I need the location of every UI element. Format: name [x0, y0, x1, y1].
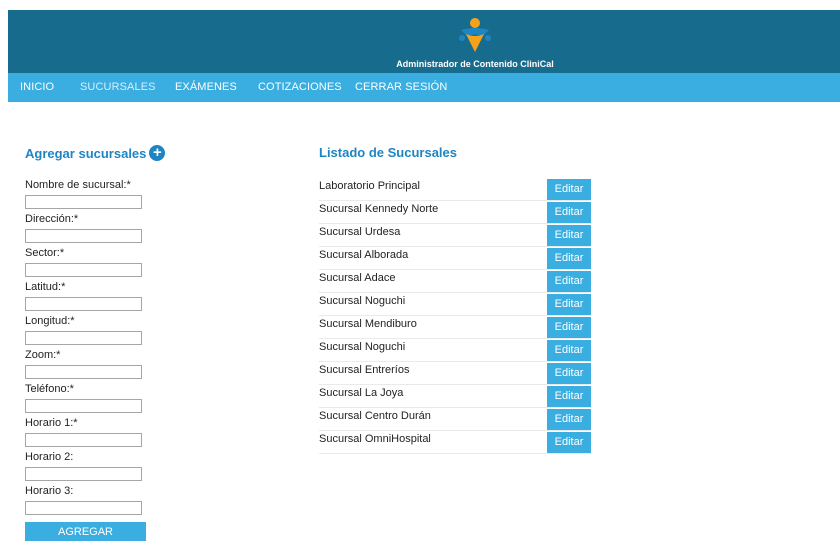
nav-item-cerrar-sesion[interactable]: CERRAR SESIÓN [355, 81, 447, 93]
agregar-button[interactable]: AGREGAR [25, 522, 146, 541]
edit-button[interactable]: Editar [547, 340, 591, 361]
list-item: Sucursal Urdesa Editar [319, 224, 591, 247]
nav-item-inicio[interactable]: INICIO [20, 81, 54, 93]
form-title-text: Agregar sucursales [25, 145, 147, 161]
list-item: Sucursal Centro Durán Editar [319, 408, 591, 431]
field-label-zoom: Zoom:* [25, 349, 61, 361]
list-item: Sucursal Entreríos Editar [319, 362, 591, 385]
list-item: Sucursal Kennedy Norte Editar [319, 201, 591, 224]
edit-button[interactable]: Editar [547, 363, 591, 384]
clinical-logo-icon [459, 18, 491, 52]
app-header: Administrador de Contenido CliniCal [8, 10, 840, 73]
edit-button[interactable]: Editar [547, 202, 591, 223]
longitud-input[interactable] [25, 331, 142, 345]
branch-name: Sucursal La Joya [319, 387, 404, 399]
field-label-direccion: Dirección:* [25, 213, 79, 225]
direccion-input[interactable] [25, 229, 142, 243]
list-item: Sucursal La Joya Editar [319, 385, 591, 408]
edit-button[interactable]: Editar [547, 294, 591, 315]
add-branch-form: Agregar sucursales + Nombre de sucursal:… [25, 145, 225, 541]
form-title: Agregar sucursales + [25, 145, 225, 161]
horario-2-input[interactable] [25, 467, 142, 481]
branch-name: Sucursal Mendiburo [319, 318, 417, 330]
app-title: Administrador de Contenido CliniCal [396, 59, 554, 69]
list-title: Listado de Sucursales [319, 145, 457, 160]
branch-name: Sucursal Noguchi [319, 295, 406, 307]
field-label-longitud: Longitud:* [25, 315, 75, 327]
edit-button[interactable]: Editar [547, 409, 591, 430]
zoom-input[interactable] [25, 365, 142, 379]
list-item: Sucursal Noguchi Editar [319, 339, 591, 362]
latitud-input[interactable] [25, 297, 142, 311]
field-label-horario-3: Horario 3: [25, 485, 74, 497]
branch-name: Sucursal OmniHospital [319, 433, 431, 445]
edit-button[interactable]: Editar [547, 271, 591, 292]
branch-name: Sucursal Alborada [319, 249, 409, 261]
horario-3-input[interactable] [25, 501, 142, 515]
list-item: Sucursal Alborada Editar [319, 247, 591, 270]
branch-name: Sucursal Noguchi [319, 341, 406, 353]
list-item: Sucursal Adace Editar [319, 270, 591, 293]
field-label-nombre: Nombre de sucursal:* [25, 179, 131, 191]
field-label-sector: Sector:* [25, 247, 65, 259]
nav-item-examenes[interactable]: EXÁMENES [175, 81, 237, 93]
nav-item-sucursales[interactable]: SUCURSALES [80, 81, 156, 93]
edit-button[interactable]: Editar [547, 179, 591, 200]
nav-item-cotizaciones[interactable]: COTIZACIONES [258, 81, 342, 93]
branch-name: Sucursal Centro Durán [319, 410, 431, 422]
edit-button[interactable]: Editar [547, 225, 591, 246]
field-label-horario-1: Horario 1:* [25, 417, 78, 429]
list-item: Sucursal Noguchi Editar [319, 293, 591, 316]
main-nav: INICIO SUCURSALES EXÁMENES COTIZACIONES … [8, 73, 840, 102]
telefono-input[interactable] [25, 399, 142, 413]
edit-button[interactable]: Editar [547, 317, 591, 338]
list-item: Sucursal Mendiburo Editar [319, 316, 591, 339]
nombre-input[interactable] [25, 195, 142, 209]
branch-name: Sucursal Kennedy Norte [319, 203, 439, 215]
branch-name: Laboratorio Principal [319, 180, 420, 192]
edit-button[interactable]: Editar [547, 248, 591, 269]
field-label-horario-2: Horario 2: [25, 451, 74, 463]
field-label-latitud: Latitud:* [25, 281, 66, 293]
list-item: Sucursal OmniHospital Editar [319, 431, 591, 454]
branch-list-panel: Listado de Sucursales Laboratorio Princi… [319, 145, 591, 454]
sector-input[interactable] [25, 263, 142, 277]
branch-name: Sucursal Adace [319, 272, 396, 284]
field-label-telefono: Teléfono:* [25, 383, 74, 395]
branch-list: Laboratorio Principal Editar Sucursal Ken… [319, 178, 591, 454]
branch-name: Sucursal Entreríos [319, 364, 410, 376]
add-circle-icon[interactable]: + [149, 145, 166, 161]
list-item: Laboratorio Principal Editar [319, 178, 591, 201]
branch-name: Sucursal Urdesa [319, 226, 401, 238]
edit-button[interactable]: Editar [547, 386, 591, 407]
horario-1-input[interactable] [25, 433, 142, 447]
edit-button[interactable]: Editar [547, 432, 591, 453]
